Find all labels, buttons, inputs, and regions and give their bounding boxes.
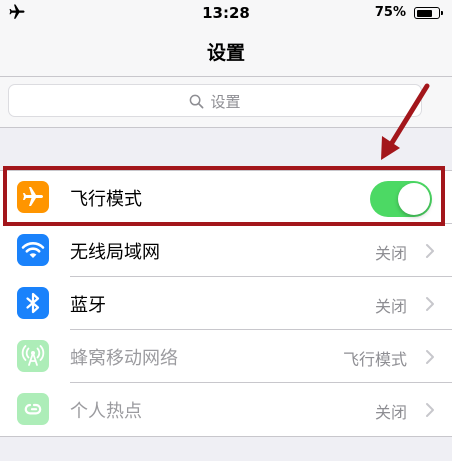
settings-row-label: 蜂窝移动网络: [70, 348, 178, 369]
settings-list: 飞行模式 无线局域网 关闭 蓝牙 关闭 蜂窝移动网络 飞行模式 个人热点 关闭: [0, 170, 452, 437]
settings-row-value: 关闭: [374, 403, 407, 422]
settings-row-value: 关闭: [374, 244, 407, 263]
page-title: 设置: [206, 42, 245, 64]
airplane-mode-toggle[interactable]: [370, 181, 432, 217]
airplane-icon: [17, 181, 49, 213]
settings-row-label: 飞行模式: [70, 189, 142, 210]
wifi-icon: [17, 234, 49, 266]
battery-percentage: 75%: [374, 5, 406, 20]
chevron-right-icon: [426, 403, 434, 417]
toggle-knob: [398, 183, 430, 215]
navigation-bar: 设置: [0, 26, 452, 77]
chevron-right-icon: [426, 244, 434, 258]
settings-row-label: 个人热点: [70, 401, 142, 422]
search-placeholder: 设置: [210, 93, 241, 111]
settings-row-cellular[interactable]: 蜂窝移动网络 飞行模式: [0, 330, 452, 383]
battery-icon: [414, 7, 443, 19]
chevron-right-icon: [426, 297, 434, 311]
battery-cap: [441, 11, 443, 15]
settings-row-label: 无线局域网: [70, 242, 160, 263]
settings-row-label: 蓝牙: [70, 295, 106, 316]
search-area: 设置: [0, 77, 452, 128]
search-placeholder-wrap: 设置: [9, 91, 421, 112]
search-icon: [190, 94, 204, 109]
search-input[interactable]: 设置: [8, 84, 422, 117]
settings-row-personal-hotspot[interactable]: 个人热点 关闭: [0, 383, 452, 436]
chevron-right-icon: [426, 350, 434, 364]
cellular-icon: [17, 340, 49, 372]
settings-row-value: 飞行模式: [342, 350, 407, 369]
settings-row-value: 关闭: [374, 297, 407, 316]
hotspot-icon: [17, 393, 49, 425]
status-bar: 13:28 75%: [0, 0, 452, 26]
bluetooth-icon: [17, 287, 49, 319]
battery-level-fill: [416, 9, 432, 17]
settings-row-bluetooth[interactable]: 蓝牙 关闭: [0, 277, 452, 330]
settings-row-wlan[interactable]: 无线局域网 关闭: [0, 224, 452, 277]
settings-row-airplane-mode[interactable]: 飞行模式: [0, 171, 452, 224]
